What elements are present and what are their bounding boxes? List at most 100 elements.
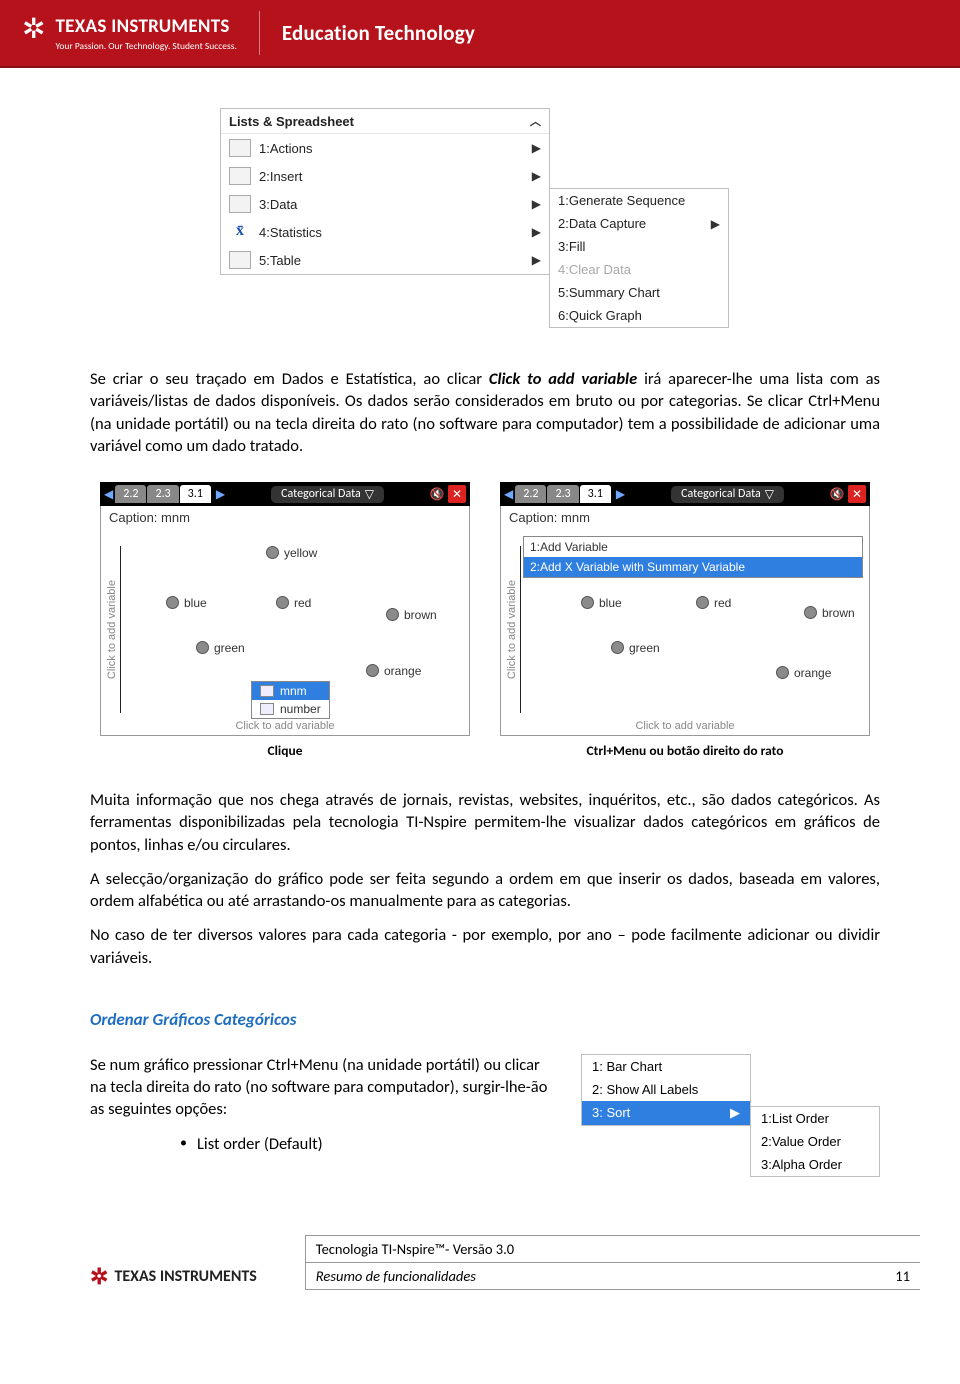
paragraph-3: A selecção/organização do gráfico pode s… (90, 868, 880, 913)
submenu-item-label: 5:Summary Chart (558, 285, 660, 300)
text-span: Se criar o seu traçado em Dados e Estatí… (90, 369, 489, 389)
y-axis-add-variable[interactable]: Click to add variable (503, 546, 521, 713)
data-dot[interactable] (804, 606, 817, 619)
calc-title: Categorical Data (681, 487, 761, 501)
data-dot[interactable] (386, 608, 399, 621)
menu-item-insert[interactable]: 2:Insert ▶ (221, 162, 549, 190)
data-dot[interactable] (611, 641, 624, 654)
sort-sub-list-order[interactable]: 1:List Order (751, 1107, 879, 1130)
submenu-item-data-capture[interactable]: 2:Data Capture▶ (550, 212, 728, 235)
screenshots-row: ◀ 2.2 2.3 3.1 ▶ Categorical Data ▽ 🔇 ✕ Ca… (90, 482, 880, 759)
statistics-icon: x̄ (229, 223, 251, 241)
calc-body: Caption: mnm Click to add variable 1:Add… (500, 506, 870, 736)
nav-right-icon[interactable]: ▶ (216, 487, 225, 502)
popup-item-mnm[interactable]: mnm (252, 682, 329, 700)
screenshot-caption-right: Ctrl+Menu ou botão direito do rato (500, 742, 870, 759)
actions-icon (229, 139, 251, 157)
ti-logo-block: ✲ TEXAS INSTRUMENTS Your Passion. Our Te… (22, 15, 237, 52)
data-dot[interactable] (696, 596, 709, 609)
submenu-item-clear-data: 4:Clear Data (550, 258, 728, 281)
data-dot[interactable] (776, 666, 789, 679)
submenu-item-label: 2:Data Capture (558, 216, 646, 231)
data-dot[interactable] (276, 596, 289, 609)
y-axis-label: Click to add variable (106, 580, 118, 679)
paragraph-4: No caso de ter diversos valores para cad… (90, 924, 880, 969)
add-variable-context-menu: 1:Add Variable 2:Add X Variable with Sum… (523, 536, 863, 578)
menu-sub-panel: 1:Generate Sequence 2:Data Capture▶ 3:Fi… (549, 188, 729, 328)
submenu-item-quick-graph[interactable]: 6:Quick Graph (550, 304, 728, 327)
section-heading-ordenar: Ordenar Gráficos Categóricos (90, 1009, 880, 1030)
ti-chip-icon: ✲ (22, 15, 45, 43)
calc-title-pill[interactable]: Categorical Data▽ (671, 486, 784, 503)
menu-item-label: 3:Data (259, 197, 297, 212)
data-dot[interactable] (366, 664, 379, 677)
sort-paragraph-block: Se num gráfico pressionar Ctrl+Menu (na … (90, 1054, 559, 1155)
bullet-list-order: • List order (Default) (180, 1133, 559, 1155)
popup-item-label: mnm (280, 684, 307, 698)
context-item-add-variable[interactable]: 1:Add Variable (524, 537, 862, 557)
sort-sub-alpha-order[interactable]: 3:Alpha Order (751, 1153, 879, 1176)
calc-tab-active[interactable]: 3.1 (580, 485, 611, 503)
data-dot[interactable] (166, 596, 179, 609)
nav-left-icon[interactable]: ◀ (104, 487, 113, 502)
calc-tab[interactable]: 2.3 (547, 485, 578, 503)
calc-tab[interactable]: 2.2 (515, 485, 546, 503)
x-axis-add-variable[interactable]: Click to add variable (501, 720, 869, 732)
sort-item-label: 3:Alpha Order (761, 1157, 842, 1172)
menu-item-actions[interactable]: 1:Actions ▶ (221, 134, 549, 162)
menu-item-label: 4:Statistics (259, 225, 322, 240)
menu-main-title-row[interactable]: Lists & Spreadsheet ︿ (221, 109, 549, 134)
submenu-item-label: 4:Clear Data (558, 262, 631, 277)
calc-tab[interactable]: 2.2 (115, 485, 146, 503)
sort-item-bar-chart[interactable]: 1: Bar Chart (582, 1055, 750, 1078)
nav-right-icon[interactable]: ▶ (616, 487, 625, 502)
dropdown-icon: ▽ (365, 487, 374, 502)
close-icon[interactable]: ✕ (848, 485, 866, 503)
var-icon (260, 685, 274, 697)
paragraph-2: Muita informação que nos chega através d… (90, 789, 880, 856)
calc-tab[interactable]: 2.3 (147, 485, 178, 503)
ti-tagline: Your Passion. Our Technology. Student Su… (55, 40, 236, 52)
y-axis-add-variable[interactable]: Click to add variable (103, 546, 121, 713)
sort-sub-value-order[interactable]: 2:Value Order (751, 1130, 879, 1153)
data-dot[interactable] (266, 546, 279, 559)
data-dot[interactable] (196, 641, 209, 654)
submenu-arrow-icon: ▶ (532, 225, 541, 239)
sort-sub-panel: 1:List Order 2:Value Order 3:Alpha Order (750, 1106, 880, 1177)
sort-item-sort[interactable]: 3: Sort ▶ (582, 1101, 750, 1125)
calc-tab-active[interactable]: 3.1 (180, 485, 211, 503)
close-icon[interactable]: ✕ (448, 485, 466, 503)
calc-title: Categorical Data (281, 487, 361, 501)
sound-icon[interactable]: 🔇 (429, 486, 445, 502)
calc-title-pill[interactable]: Categorical Data ▽ (271, 486, 384, 503)
submenu-arrow-icon: ▶ (730, 1105, 740, 1121)
sort-paragraph: Se num gráfico pressionar Ctrl+Menu (na … (90, 1054, 559, 1121)
calc-body: Caption: mnm Click to add variable yello… (100, 506, 470, 736)
nav-left-icon[interactable]: ◀ (504, 487, 513, 502)
menu-item-label: 5:Table (259, 253, 301, 268)
footer-line2: Resumo de funcionalidades (316, 1267, 476, 1285)
menu-item-statistics[interactable]: x̄ 4:Statistics ▶ (221, 218, 549, 246)
y-axis-label: Click to add variable (506, 580, 518, 679)
menu-item-data[interactable]: 3:Data ▶ (221, 190, 549, 218)
popup-item-number[interactable]: number (252, 700, 329, 718)
sort-item-show-all-labels[interactable]: 2: Show All Labels (582, 1078, 750, 1101)
ti-brand-name: TEXAS INSTRUMENTS (55, 15, 236, 38)
submenu-item-generate-sequence[interactable]: 1:Generate Sequence (550, 189, 728, 212)
dot-label: green (214, 641, 245, 655)
sort-item-label: 3: Sort (592, 1105, 630, 1120)
footer-line2-row: Resumo de funcionalidades 11 (306, 1263, 920, 1290)
menu-item-table[interactable]: 5:Table ▶ (221, 246, 549, 274)
footer-brand-block: ✲ TEXAS INSTRUMENTS (90, 1263, 257, 1290)
sort-block: Se num gráfico pressionar Ctrl+Menu (na … (90, 1054, 880, 1177)
sound-icon[interactable]: 🔇 (829, 486, 845, 502)
page-footer: ✲ TEXAS INSTRUMENTS Tecnologia TI-Nspire… (0, 1235, 960, 1290)
submenu-item-fill[interactable]: 3:Fill (550, 235, 728, 258)
collapse-icon[interactable]: ︿ (530, 113, 541, 129)
data-dot[interactable] (581, 596, 594, 609)
sort-item-label: 2:Value Order (761, 1134, 841, 1149)
submenu-item-summary-chart[interactable]: 5:Summary Chart (550, 281, 728, 304)
ti-chip-icon: ✲ (90, 1263, 108, 1290)
context-item-add-x-variable-summary[interactable]: 2:Add X Variable with Summary Variable (524, 557, 862, 577)
x-axis-add-variable[interactable]: Click to add variable (101, 720, 469, 732)
